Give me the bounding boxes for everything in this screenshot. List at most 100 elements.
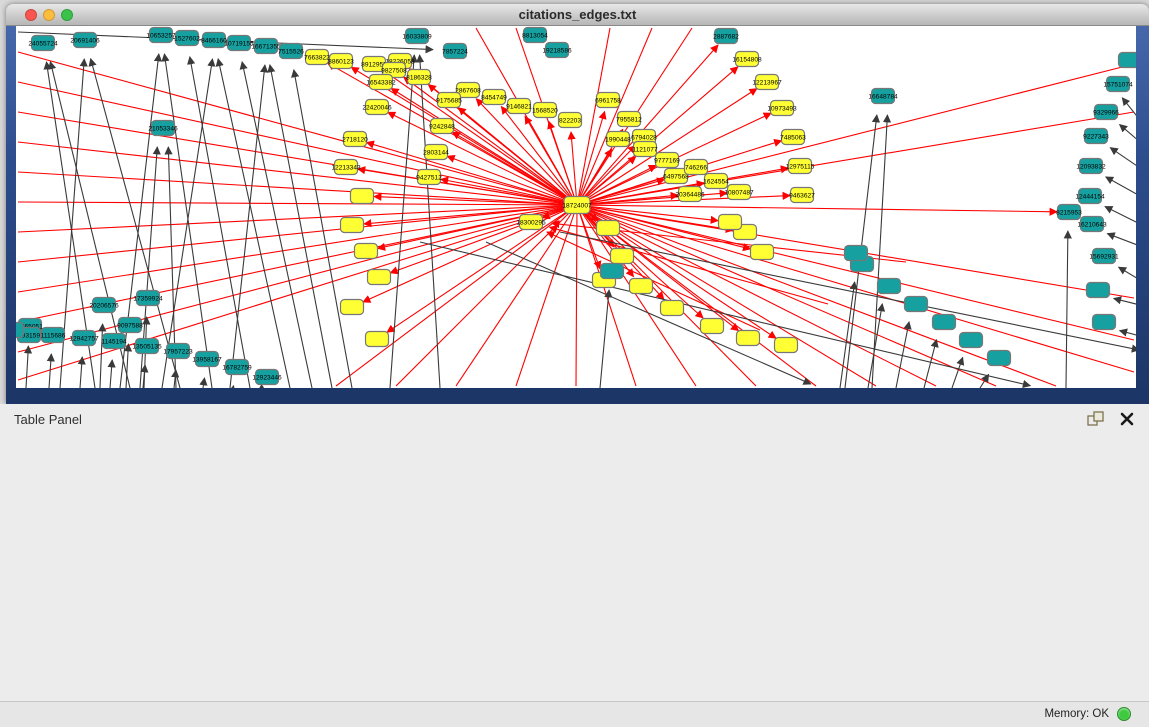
graph-node[interactable] <box>775 338 798 353</box>
graph-node[interactable]: 1527602 <box>174 31 200 46</box>
graph-node[interactable]: 1624554 <box>703 174 729 189</box>
graph-node[interactable]: 19218586 <box>542 43 572 58</box>
graph-edge[interactable] <box>233 386 234 388</box>
graph-node[interactable]: 9146821 <box>506 99 532 114</box>
graph-node[interactable]: 7515526 <box>278 44 304 59</box>
graph-node[interactable]: 16543382 <box>366 75 396 90</box>
graph-node[interactable] <box>368 270 391 285</box>
graph-node[interactable]: 12942757 <box>69 331 99 346</box>
graph-node[interactable]: 12444154 <box>1075 189 1105 204</box>
window-title-bar[interactable]: citations_edges.txt <box>6 4 1149 26</box>
graph-node[interactable]: 12213343 <box>331 160 361 175</box>
graph-node[interactable]: 20364486 <box>675 187 705 202</box>
graph-node[interactable]: 9227343 <box>1083 129 1109 144</box>
graph-node[interactable] <box>597 221 620 236</box>
graph-node[interactable]: 7857224 <box>442 44 468 59</box>
graph-node[interactable] <box>988 351 1011 366</box>
graph-node[interactable]: 12093832 <box>1076 159 1106 174</box>
graph-node-label: 746266 <box>685 164 707 171</box>
graph-node[interactable]: 1990448 <box>605 132 631 147</box>
graph-node[interactable]: 16154808 <box>732 52 762 67</box>
graph-node[interactable]: 16648784 <box>868 89 898 104</box>
graph-node[interactable] <box>630 279 653 294</box>
graph-node[interactable]: 10973493 <box>767 101 797 116</box>
graph-node[interactable]: 13958167 <box>192 352 222 367</box>
graph-node[interactable]: 8813054 <box>522 28 548 43</box>
graph-node[interactable]: 6961758 <box>595 93 621 108</box>
graph-node[interactable]: 8186328 <box>406 70 432 85</box>
graph-node[interactable] <box>878 279 901 294</box>
graph-node[interactable]: 7485063 <box>780 130 806 145</box>
graph-node[interactable]: 10719155 <box>224 36 254 51</box>
graph-node[interactable]: 9242848 <box>429 119 455 134</box>
graph-node[interactable]: 8860123 <box>328 54 354 69</box>
graph-node[interactable] <box>960 333 983 348</box>
graph-node[interactable]: 13505135 <box>132 339 162 354</box>
graph-node[interactable] <box>701 319 724 334</box>
graph-node[interactable]: 9175685 <box>436 93 462 108</box>
graph-node-label: 6961758 <box>595 97 621 104</box>
graph-node[interactable]: 2718120 <box>342 132 368 147</box>
graph-node[interactable]: 7955812 <box>616 112 642 127</box>
graph-node[interactable]: 8215953 <box>1056 205 1082 220</box>
graph-node[interactable]: 20206576 <box>89 298 119 313</box>
graph-node[interactable]: 10807487 <box>724 185 754 200</box>
graph-node[interactable]: 16210643 <box>1077 217 1107 232</box>
graph-node[interactable] <box>601 264 624 279</box>
graph-node[interactable]: 15751074 <box>1103 77 1133 92</box>
graph-node[interactable]: 9097588 <box>117 318 143 333</box>
graph-node[interactable] <box>351 189 374 204</box>
graph-node[interactable]: 9777169 <box>654 153 680 168</box>
memory-status-indicator[interactable] <box>1117 707 1131 721</box>
graph-node[interactable] <box>751 245 774 260</box>
graph-node[interactable] <box>366 332 389 347</box>
graph-node[interactable] <box>611 249 634 264</box>
graph-node[interactable]: 2887682 <box>713 29 739 44</box>
graph-node[interactable]: 1145194 <box>101 334 127 349</box>
graph-node[interactable]: 9427512 <box>416 170 442 185</box>
graph-node[interactable] <box>1093 315 1116 330</box>
graph-node[interactable]: 2803144 <box>423 145 449 160</box>
graph-node[interactable]: 7663822 <box>304 50 330 65</box>
graph-node[interactable]: 8454749 <box>481 90 507 105</box>
graph-node[interactable]: 10653257 <box>146 28 176 43</box>
graph-node[interactable] <box>1119 53 1137 68</box>
graph-node[interactable]: 12975115 <box>786 159 815 174</box>
graph-node[interactable]: 18300295 <box>516 215 546 230</box>
graph-node[interactable]: 17359924 <box>133 291 163 306</box>
graph-node[interactable]: 16782759 <box>222 360 252 375</box>
graph-node[interactable] <box>933 315 956 330</box>
close-panel-icon[interactable] <box>1119 411 1135 427</box>
graph-node[interactable]: 822203 <box>559 113 582 128</box>
graph-node[interactable] <box>737 331 760 346</box>
graph-node[interactable]: 21053346 <box>148 121 178 136</box>
graph-node[interactable]: 12923446 <box>252 370 282 385</box>
graph-node[interactable]: 12213967 <box>752 75 782 90</box>
graph-node[interactable]: 16671355 <box>251 39 281 54</box>
graph-node[interactable] <box>845 246 868 261</box>
graph-node[interactable] <box>341 300 364 315</box>
graph-node[interactable]: 9329966 <box>1093 105 1119 120</box>
graph-node[interactable]: 1568520 <box>532 103 558 118</box>
graph-node[interactable]: 17957223 <box>163 344 193 359</box>
graph-node[interactable]: 15692931 <box>1089 249 1119 264</box>
graph-node[interactable]: 1121077 <box>632 142 658 157</box>
graph-node[interactable] <box>905 297 928 312</box>
graph-node[interactable] <box>1087 283 1110 298</box>
graph-node[interactable] <box>341 218 364 233</box>
graph-node[interactable]: 1115686 <box>41 328 66 343</box>
graph-node[interactable]: 20691406 <box>70 33 100 48</box>
graph-node[interactable]: 18724007 <box>562 197 592 214</box>
graph-node[interactable]: 24055724 <box>28 36 58 51</box>
graph-node[interactable] <box>661 301 684 316</box>
graph-node[interactable]: 9463627 <box>789 188 815 203</box>
graph-node[interactable]: 16033809 <box>402 29 432 44</box>
graph-node[interactable]: 22420046 <box>362 100 392 115</box>
graph-node[interactable] <box>16 323 24 338</box>
graph-node[interactable] <box>355 244 378 259</box>
network-canvas[interactable]: 2405572420691406106532571527602846616010… <box>16 26 1136 388</box>
graph-node[interactable]: 746266 <box>685 160 708 175</box>
graph-node[interactable] <box>719 215 742 230</box>
graph-node[interactable]: 8466160 <box>201 33 227 48</box>
float-window-icon[interactable] <box>1087 411 1105 427</box>
